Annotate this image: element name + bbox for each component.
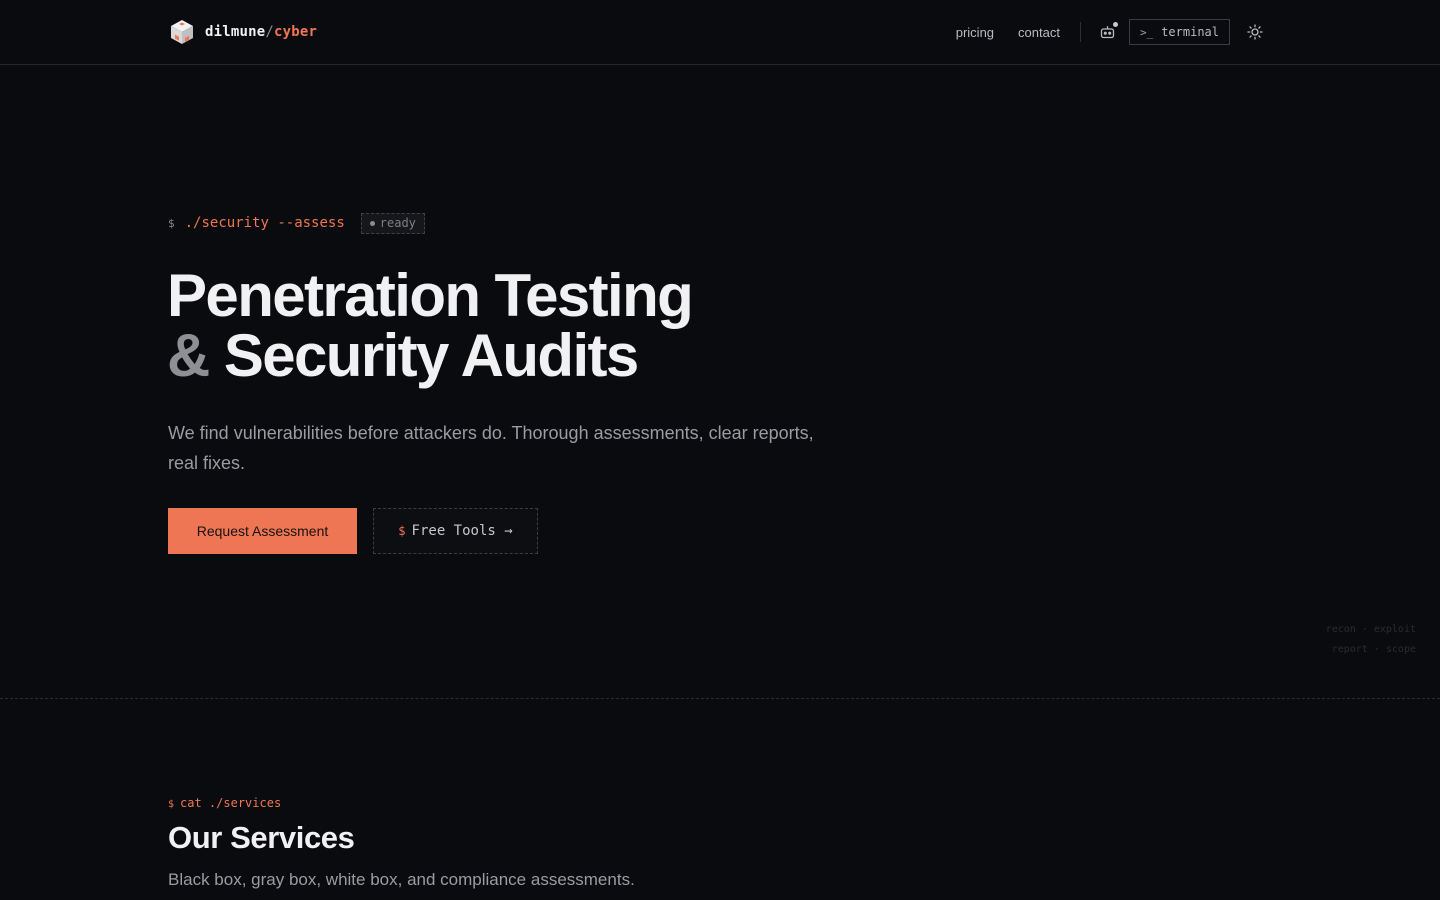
nav-divider bbox=[1079, 22, 1081, 42]
nav-link-contact[interactable]: contact bbox=[1018, 25, 1060, 40]
free-tools-button-label: Free Tools → bbox=[411, 523, 513, 539]
hero-command-line: $ ./security --assess ready bbox=[168, 212, 425, 234]
robot-icon bbox=[1101, 26, 1115, 39]
background-tag-line-1: recon · exploit bbox=[1325, 624, 1416, 635]
hero-subtitle: We find vulnerabilities before attackers… bbox=[168, 423, 814, 473]
hero-title-line-2-text: Security Audits bbox=[223, 322, 639, 389]
sun-icon bbox=[1247, 24, 1263, 40]
notification-dot bbox=[1112, 22, 1118, 27]
background-tag-line-2: report · scope bbox=[1331, 644, 1416, 655]
assistant-button[interactable] bbox=[1098, 22, 1118, 42]
services-command-line: $ cat ./services bbox=[168, 796, 281, 810]
status-dot-icon bbox=[369, 220, 375, 226]
hero-title-ampersand: & bbox=[167, 322, 210, 389]
status-badge-label: ready bbox=[379, 216, 416, 230]
services-prompt-symbol: $ bbox=[168, 799, 175, 810]
hero-command: ./security --assess bbox=[184, 215, 345, 231]
top-navigation-bar: dilmune/cyber pricing contact >_ termina… bbox=[0, 0, 1440, 65]
status-badge: ready bbox=[360, 212, 425, 234]
services-subtitle: Black box, gray box, white box, and comp… bbox=[168, 870, 635, 889]
hero-title-line-2: & Security Audits bbox=[167, 326, 867, 386]
nav-link-pricing[interactable]: pricing bbox=[956, 25, 994, 40]
brand-wordmark: dilmune/cyber bbox=[205, 24, 318, 40]
services-command: cat ./services bbox=[180, 796, 282, 810]
terminal-prompt-icon: >_ bbox=[1139, 25, 1154, 39]
hero-title-line-1: Penetration Testing bbox=[167, 262, 694, 329]
free-tools-button[interactable]: $ Free Tools → bbox=[373, 508, 538, 554]
background-tag-cloud: recon · exploit report · scope bbox=[1326, 620, 1416, 660]
free-tools-prompt-symbol: $ bbox=[398, 524, 406, 538]
cube-logo-icon bbox=[171, 20, 193, 44]
terminal-button-label: terminal bbox=[1161, 25, 1219, 39]
services-title: Our Services bbox=[168, 820, 355, 855]
terminal-button[interactable]: >_ terminal bbox=[1128, 19, 1230, 45]
main-nav: pricing contact >_ terminal bbox=[956, 18, 1264, 46]
section-divider bbox=[0, 698, 1440, 700]
theme-toggle-button[interactable] bbox=[1246, 23, 1264, 41]
request-assessment-button[interactable]: Request Assessment bbox=[168, 508, 357, 554]
brand-home-link[interactable]: dilmune/cyber bbox=[170, 18, 317, 46]
hero-prompt-symbol: $ bbox=[168, 216, 175, 230]
hero-title: Penetration Testing & Security Audits bbox=[167, 266, 867, 386]
